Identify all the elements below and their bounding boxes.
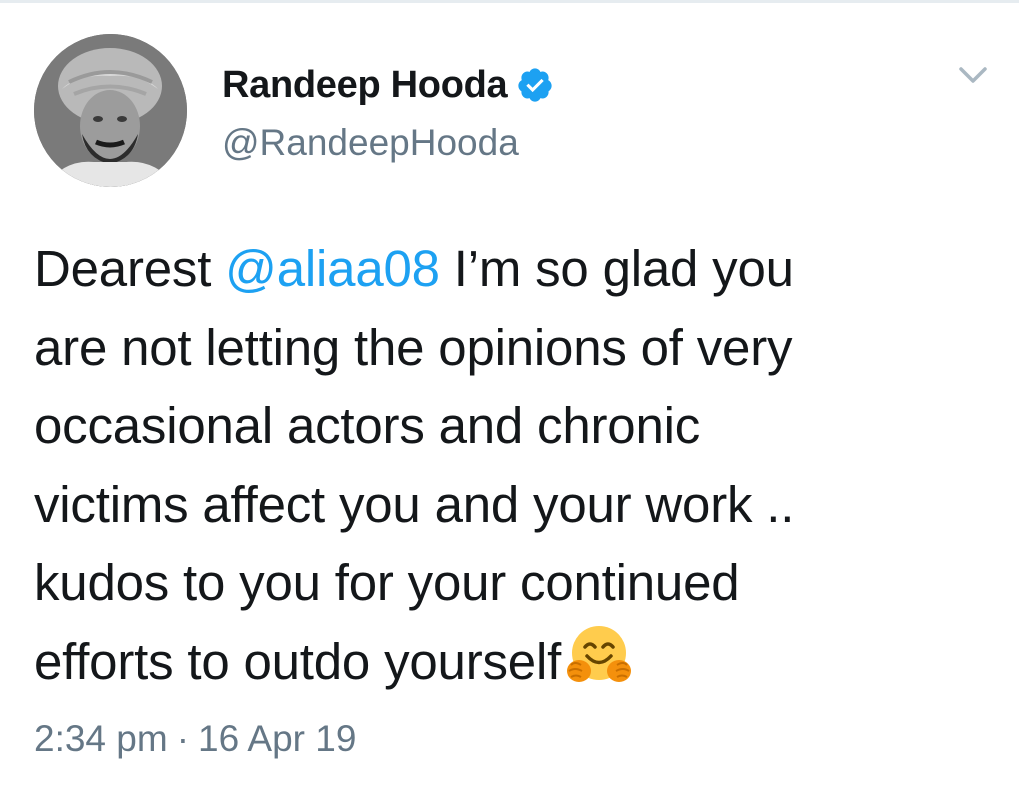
tweet-timestamp[interactable]: 2:34 pm · 16 Apr 19 xyxy=(34,718,356,760)
chevron-down-icon[interactable] xyxy=(955,60,991,90)
handle[interactable]: @RandeepHooda xyxy=(222,122,554,164)
tweet-line: victims affect you and your work .. xyxy=(34,475,795,533)
verified-badge-icon xyxy=(516,66,554,104)
meta-separator: · xyxy=(176,718,190,759)
tweet-text-segment: Dearest xyxy=(34,240,226,297)
tweet-text: Dearest @aliaa08 I’m so glad you are not… xyxy=(34,230,994,701)
tweet-line: kudos to you for your continued xyxy=(34,554,740,611)
display-name-row: Randeep Hooda xyxy=(222,60,554,110)
tweet-line: occasional actors and chronic xyxy=(34,397,701,454)
top-divider xyxy=(0,0,1019,3)
avatar[interactable] xyxy=(34,34,187,187)
tweet-text-segment: I’m so glad you xyxy=(439,240,794,297)
display-name[interactable]: Randeep Hooda xyxy=(222,64,508,107)
tweet-line: efforts to outdo yourself xyxy=(34,623,994,702)
avatar-photo xyxy=(34,34,187,187)
mention-link[interactable]: @aliaa08 xyxy=(225,240,440,297)
tweet-line: Dearest @aliaa08 I’m so glad you xyxy=(34,230,994,309)
hugging-face-icon xyxy=(565,623,633,689)
tweet-date: 16 Apr 19 xyxy=(198,718,357,759)
author-block: Randeep Hooda @RandeepHooda xyxy=(222,60,554,164)
tweet-time: 2:34 pm xyxy=(34,718,168,759)
tweet-line: are not letting the opinions of very xyxy=(34,318,793,376)
tweet-text-segment: efforts to outdo yourself xyxy=(34,632,562,690)
